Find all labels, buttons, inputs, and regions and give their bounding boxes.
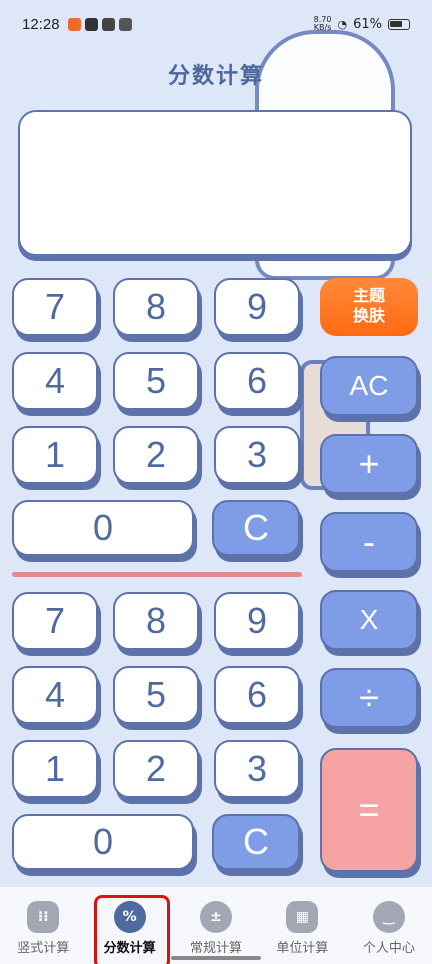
- key-2[interactable]: 2: [113, 740, 199, 798]
- bottom-tab-bar: ⁝⁝ 竖式计算 % 分数计算 ± 常规计算 ▦ 单位计算 ‿ 个人中心: [0, 886, 432, 964]
- tab-profile[interactable]: ‿ 个人中心: [346, 887, 432, 964]
- percent-icon: %: [113, 901, 146, 933]
- key-9[interactable]: 9: [214, 278, 300, 336]
- key-8[interactable]: 8: [113, 592, 199, 650]
- key-8[interactable]: 8: [113, 278, 199, 336]
- status-right: 8.70 KB/s ◔ 61%: [314, 16, 410, 32]
- equals-button[interactable]: =: [320, 748, 418, 872]
- home-indicator: [171, 956, 261, 960]
- battery-icon: [388, 18, 410, 30]
- clear-button[interactable]: C: [212, 500, 300, 556]
- play-notification-icon: [84, 17, 98, 31]
- calculator-icon: ±: [200, 901, 233, 933]
- smile-icon: ‿: [372, 901, 405, 933]
- key-1[interactable]: 1: [12, 740, 98, 798]
- key-7[interactable]: 7: [12, 592, 98, 650]
- battery-percent: 61%: [353, 16, 382, 32]
- plus-button[interactable]: +: [320, 434, 418, 494]
- key-2[interactable]: 2: [113, 426, 199, 484]
- divide-button[interactable]: ÷: [320, 668, 418, 728]
- theme-button-line2: 换肤: [352, 308, 385, 325]
- tab-label: 分数计算: [103, 941, 156, 956]
- status-time: 12:28: [22, 15, 60, 33]
- tab-regular-calc[interactable]: ± 常规计算: [173, 887, 259, 964]
- tab-label: 常规计算: [190, 941, 243, 956]
- minus-button[interactable]: -: [320, 512, 418, 572]
- multiply-button[interactable]: X: [320, 590, 418, 650]
- key-3[interactable]: 3: [214, 426, 300, 484]
- key-4[interactable]: 4: [12, 666, 98, 724]
- section-divider: [12, 572, 302, 577]
- tab-vertical-calc[interactable]: ⁝⁝ 竖式计算: [0, 887, 86, 964]
- key-1[interactable]: 1: [12, 426, 98, 484]
- theme-skin-button[interactable]: 主题 换肤: [320, 278, 418, 336]
- tab-fraction-calc[interactable]: % 分数计算: [86, 887, 172, 964]
- wifi-icon: ◔: [337, 17, 348, 31]
- key-5[interactable]: 5: [113, 666, 199, 724]
- key-6[interactable]: 6: [214, 666, 300, 724]
- keypad-icon: ⁝⁝: [27, 901, 60, 933]
- tab-unit-calc[interactable]: ▦ 单位计算: [259, 887, 345, 964]
- key-0[interactable]: 0: [12, 500, 194, 556]
- key-0[interactable]: 0: [12, 814, 194, 870]
- app-notification-icon: [67, 17, 81, 31]
- key-7[interactable]: 7: [12, 278, 98, 336]
- status-bar: 12:28 8.70 KB/s ◔ 61%: [0, 0, 432, 48]
- result-display: [18, 110, 412, 256]
- key-9[interactable]: 9: [214, 592, 300, 650]
- page-title: 分数计算: [167, 64, 264, 89]
- key-3[interactable]: 3: [214, 740, 300, 798]
- message-notification-icon: [118, 17, 132, 31]
- theme-button-line1: 主题: [352, 288, 385, 305]
- tab-label: 单位计算: [276, 941, 329, 956]
- grid-icon: ▦: [286, 901, 319, 933]
- key-6[interactable]: 6: [214, 352, 300, 410]
- notification-icons: [67, 17, 132, 31]
- tab-label: 个人中心: [362, 941, 415, 956]
- clear-button[interactable]: C: [212, 814, 300, 870]
- link-notification-icon: [101, 17, 115, 31]
- all-clear-button[interactable]: AC: [320, 356, 418, 416]
- key-4[interactable]: 4: [12, 352, 98, 410]
- tab-label: 竖式计算: [17, 941, 70, 956]
- key-5[interactable]: 5: [113, 352, 199, 410]
- network-speed: 8.70 KB/s: [313, 15, 332, 32]
